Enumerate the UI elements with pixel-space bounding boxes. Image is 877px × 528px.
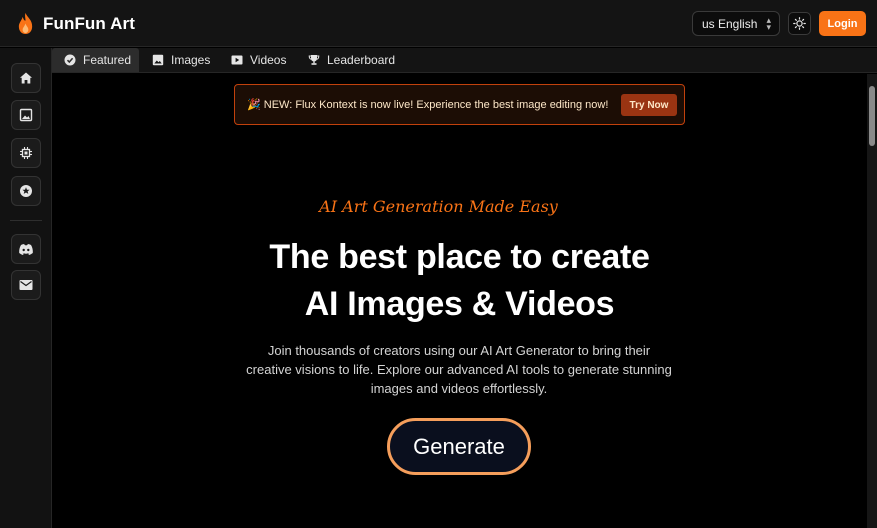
language-value: us English bbox=[702, 16, 758, 31]
image-icon bbox=[19, 108, 33, 122]
hero-tagline: AI Art Generation Made Easy bbox=[319, 197, 558, 216]
chip-icon bbox=[20, 147, 32, 159]
trophy-icon bbox=[308, 55, 320, 65]
theme-toggle-button[interactable] bbox=[788, 12, 811, 35]
tab-featured[interactable]: Featured bbox=[52, 48, 139, 72]
tab-label: Videos bbox=[250, 53, 287, 67]
logo[interactable]: FunFun Art bbox=[16, 12, 135, 35]
tab-videos[interactable]: Videos bbox=[231, 48, 286, 72]
sidebar-divider bbox=[10, 220, 42, 221]
check-badge-icon bbox=[64, 54, 76, 66]
announcement-banner: 🎉 NEW: Flux Kontext is now live! Experie… bbox=[234, 84, 685, 125]
image-icon bbox=[152, 54, 164, 66]
party-icon: 🎉 bbox=[247, 99, 261, 111]
video-icon bbox=[231, 55, 243, 65]
app-name: FunFun Art bbox=[43, 13, 135, 33]
hero-headline-line1: The best place to create bbox=[269, 238, 650, 276]
banner-message: 🎉 NEW: Flux Kontext is now live! Experie… bbox=[247, 98, 608, 111]
sun-icon bbox=[793, 17, 806, 30]
scrollbar-thumb[interactable] bbox=[869, 86, 875, 146]
flame-icon bbox=[18, 13, 33, 34]
tab-label: Images bbox=[171, 53, 211, 67]
tab-label: Leaderboard bbox=[327, 53, 396, 67]
sidebar-item-images[interactable] bbox=[11, 100, 41, 130]
language-select[interactable]: us English ▴ ▾ bbox=[692, 11, 780, 36]
tab-leaderboard[interactable]: Leaderboard bbox=[308, 48, 395, 72]
sidebar-item-models[interactable] bbox=[11, 138, 41, 168]
generate-button[interactable]: Generate bbox=[387, 418, 531, 475]
tab-bar: Featured Images Videos Leaderboard bbox=[52, 48, 877, 73]
tab-label: Featured bbox=[83, 53, 132, 67]
try-now-button[interactable]: Try Now bbox=[621, 94, 677, 116]
top-bar: FunFun Art us English ▴ ▾ Login bbox=[0, 0, 877, 47]
sidebar-item-home[interactable] bbox=[11, 63, 41, 93]
hero-description: Join thousands of creators using our AI … bbox=[246, 343, 672, 396]
banner-text: NEW: Flux Kontext is now live! Experienc… bbox=[263, 99, 609, 111]
tab-images[interactable]: Images bbox=[152, 48, 210, 72]
login-button[interactable]: Login bbox=[819, 11, 866, 36]
hero-headline-line2: AI Images & Videos bbox=[304, 285, 615, 323]
chevron-updown-icon: ▴ ▾ bbox=[766, 15, 771, 32]
star-icon bbox=[20, 185, 32, 197]
home-icon bbox=[20, 72, 32, 84]
